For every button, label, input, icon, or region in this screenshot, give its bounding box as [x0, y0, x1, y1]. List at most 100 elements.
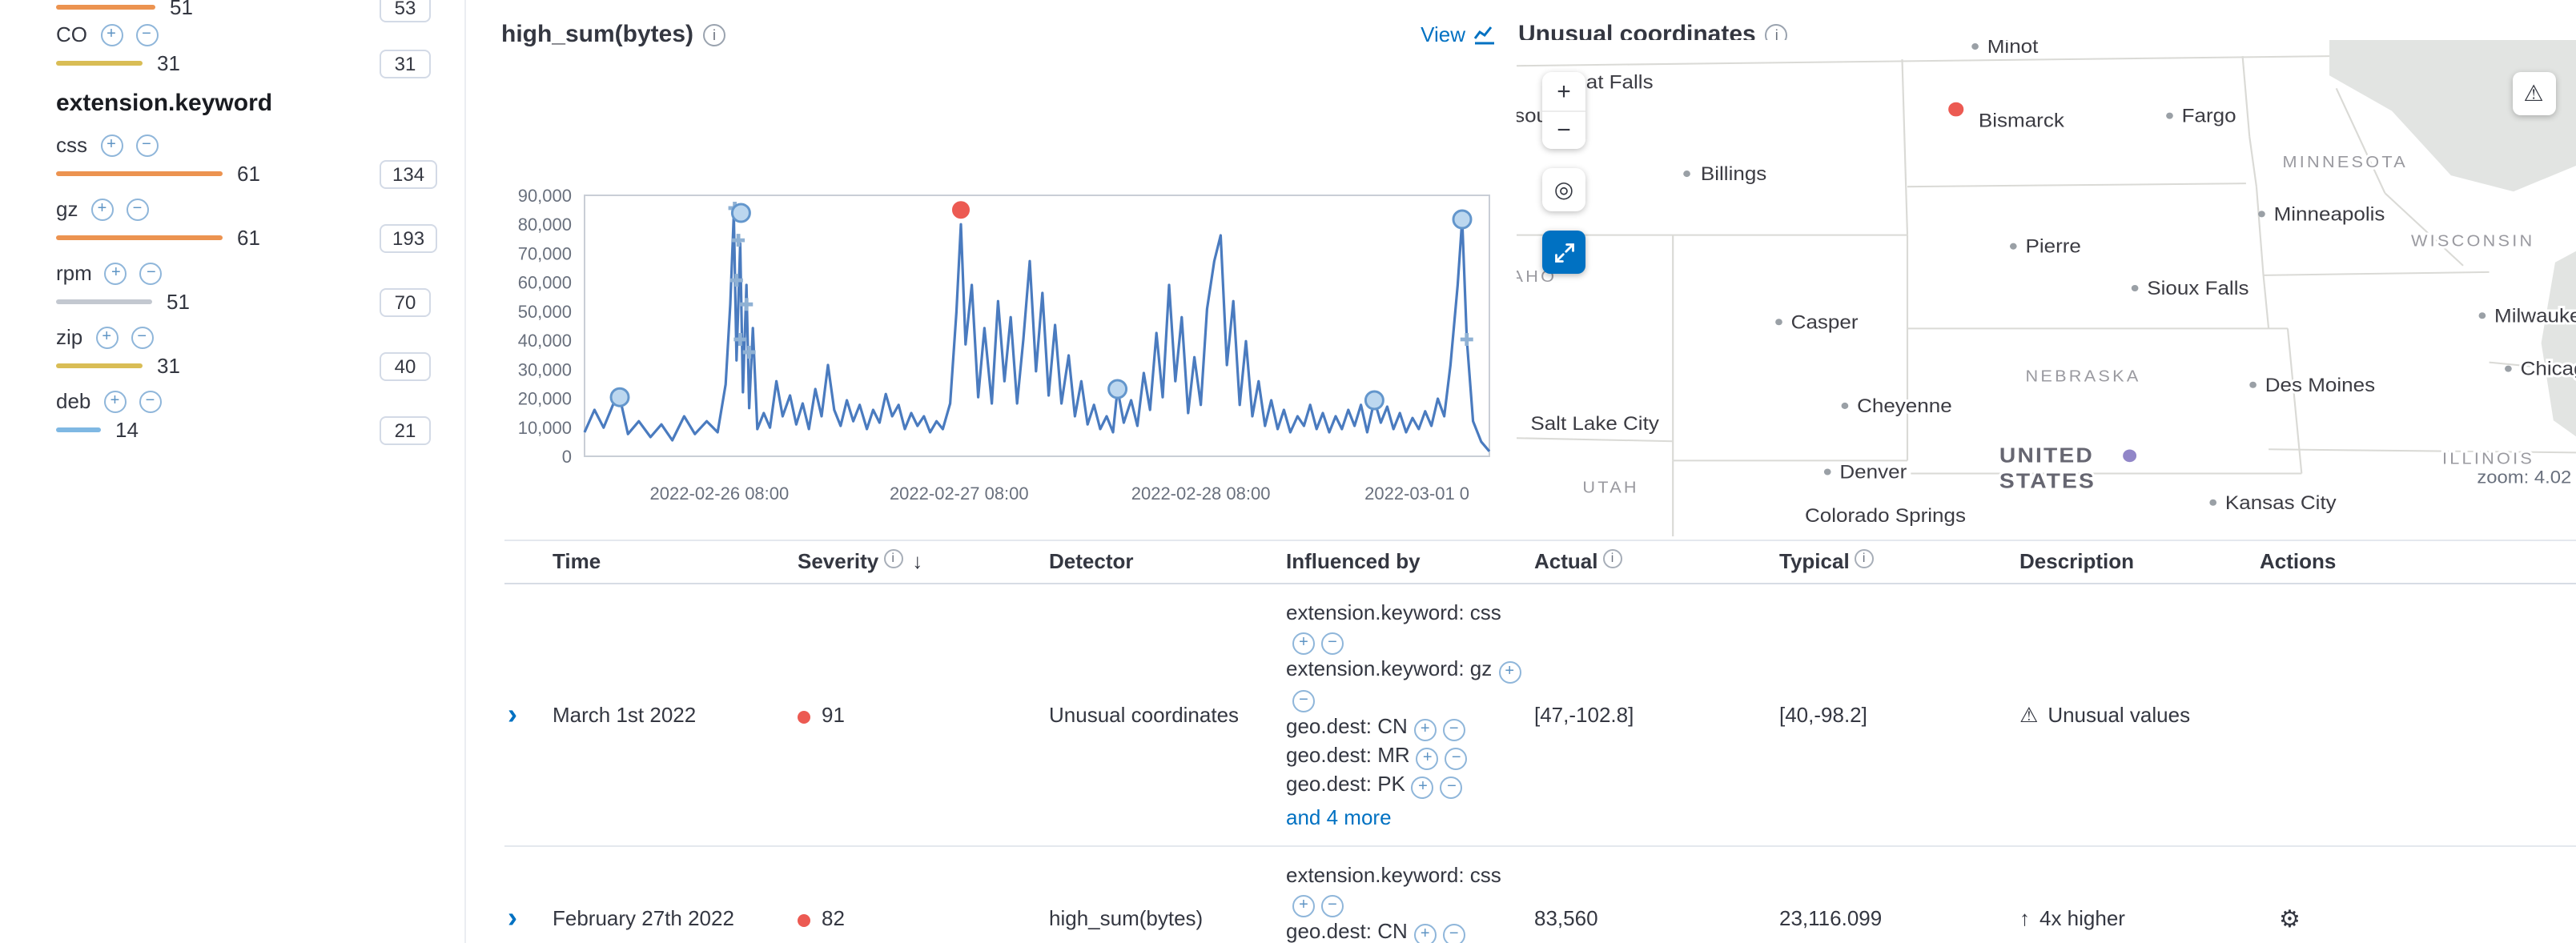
- map-svg: MinotGreat FallsMissoulaBismarckFargoBil…: [1517, 40, 2576, 536]
- severity-bar: [56, 60, 143, 65]
- anomaly-detector: Unusual coordinates: [1049, 703, 1286, 727]
- remove-filter-icon[interactable]: −: [1321, 895, 1344, 917]
- influencer-name: CO: [56, 22, 87, 46]
- add-filter-icon[interactable]: +: [103, 390, 126, 412]
- remove-filter-icon[interactable]: −: [140, 262, 163, 284]
- column-header-severity[interactable]: Severityi↓: [798, 549, 1049, 573]
- table-body: ›March 1st 202291Unusual coordinatesexte…: [504, 584, 2576, 943]
- y-axis-tick: 10,000: [518, 418, 572, 438]
- column-header-typical[interactable]: Typicali: [1779, 549, 2019, 573]
- column-header-time[interactable]: Time: [553, 549, 798, 573]
- column-header-description[interactable]: Description: [2019, 549, 2260, 573]
- add-filter-icon[interactable]: +: [1412, 776, 1434, 799]
- zoom-in-button[interactable]: +: [1542, 72, 1585, 110]
- remove-filter-icon[interactable]: −: [139, 390, 161, 412]
- influencer-item: gz+−61193: [56, 194, 464, 258]
- actions-gear-button[interactable]: ⚙: [2260, 904, 2301, 933]
- severity-score: 91: [822, 703, 845, 727]
- info-icon[interactable]: i: [1602, 549, 1622, 568]
- state-label: WISCONSIN: [2411, 232, 2534, 250]
- map-panel: Unusual coordinates i MinotGreat FallsMi…: [1517, 0, 2576, 536]
- anomaly-actual: 83,560: [1534, 906, 1779, 930]
- remove-filter-icon[interactable]: −: [135, 134, 158, 156]
- influencer-label-row: CO +−: [56, 19, 464, 50]
- add-filter-icon[interactable]: +: [1292, 632, 1315, 655]
- city-dot: [1775, 319, 1782, 325]
- anomaly-marker[interactable]: [1365, 391, 1383, 409]
- anomaly-marker[interactable]: [732, 204, 749, 222]
- anomaly-marker[interactable]: [611, 388, 629, 406]
- y-axis-tick: 60,000: [518, 273, 572, 293]
- remove-filter-icon[interactable]: −: [1443, 924, 1465, 943]
- view-link[interactable]: View: [1421, 22, 1496, 46]
- remove-filter-icon[interactable]: −: [1292, 690, 1315, 712]
- country-label: STATES: [1999, 469, 2096, 493]
- anomaly-typical: [40,-98.2]: [1779, 703, 2019, 727]
- influencer-label-row: gz+−: [56, 194, 464, 224]
- show-more-link[interactable]: and 4 more: [1286, 804, 1392, 831]
- city-label: Minot: [1987, 40, 2039, 58]
- map-controls: + − ◎: [1542, 72, 1585, 274]
- multi-bucket-marker[interactable]: [1461, 333, 1473, 346]
- state-label: MINNESOTA: [2282, 154, 2408, 171]
- info-icon[interactable]: i: [703, 23, 725, 46]
- remove-filter-icon[interactable]: −: [1441, 776, 1463, 799]
- add-filter-icon[interactable]: +: [95, 326, 118, 348]
- add-filter-icon[interactable]: +: [1414, 719, 1437, 741]
- add-filter-icon[interactable]: +: [105, 262, 127, 284]
- add-filter-icon[interactable]: +: [1417, 748, 1439, 770]
- city-dot: [2166, 113, 2173, 119]
- influencer-max-score: 51: [167, 289, 190, 313]
- remove-filter-icon[interactable]: −: [135, 23, 158, 46]
- add-filter-icon[interactable]: +: [1292, 895, 1315, 917]
- chart-svg: 010,00020,00030,00040,00050,00060,00070,…: [480, 176, 1518, 536]
- influencer-max-score: 31: [157, 353, 180, 377]
- influencer-name: deb: [56, 389, 90, 413]
- critical-anomaly-marker[interactable]: [951, 200, 971, 219]
- fit-to-data-button[interactable]: ◎: [1542, 168, 1585, 211]
- influencer-label-row: rpm+−: [56, 258, 464, 288]
- map-anomaly-marker[interactable]: [1947, 101, 1965, 117]
- add-filter-icon[interactable]: +: [90, 198, 113, 220]
- add-filter-icon[interactable]: +: [1414, 924, 1437, 943]
- anomaly-marker[interactable]: [1453, 211, 1471, 228]
- column-header-actual[interactable]: Actuali: [1534, 549, 1779, 573]
- expand-row-button[interactable]: ›: [504, 902, 517, 934]
- influencer: geo.dest: CN+−: [1286, 917, 1521, 943]
- expand-map-button[interactable]: [1542, 231, 1585, 274]
- influencer-label: extension.keyword: css: [1286, 863, 1501, 887]
- influencer-max-score: 61: [237, 225, 260, 249]
- influencer-max-score: 61: [237, 161, 260, 185]
- country-label: UNITED: [1999, 443, 2094, 467]
- influencer-count-badge: 134: [380, 160, 437, 189]
- remove-filter-icon[interactable]: −: [1443, 719, 1465, 741]
- info-icon[interactable]: i: [883, 549, 902, 568]
- map-warning-button[interactable]: ⚠: [2512, 72, 2555, 115]
- severity-bar: [56, 299, 152, 303]
- remove-filter-icon[interactable]: −: [1445, 748, 1468, 770]
- city-dot: [2010, 243, 2017, 250]
- add-filter-icon[interactable]: +: [1498, 661, 1521, 684]
- column-header-detector[interactable]: Detector: [1049, 549, 1286, 573]
- x-axis-tick: 2022-02-26 08:00: [650, 484, 790, 504]
- remove-filter-icon[interactable]: −: [126, 198, 148, 220]
- anomaly-marker[interactable]: [1109, 380, 1127, 398]
- remove-filter-icon[interactable]: −: [1321, 632, 1344, 655]
- city-dot: [2505, 366, 2512, 372]
- anomaly-typical: 23,116.099: [1779, 906, 2019, 930]
- zoom-indicator: zoom: 4.02: [2477, 467, 2571, 487]
- add-filter-icon[interactable]: +: [100, 23, 123, 46]
- info-icon[interactable]: i: [1855, 549, 1874, 568]
- influencer: geo.dest: MR+−: [1286, 741, 1521, 770]
- chart-panel: high_sum(bytes) i View 010,00020,00030,0…: [480, 0, 1518, 540]
- remove-filter-icon[interactable]: −: [131, 326, 153, 348]
- add-filter-icon[interactable]: +: [100, 134, 123, 156]
- map-canvas[interactable]: MinotGreat FallsMissoulaBismarckFargoBil…: [1517, 40, 2576, 536]
- city-dot: [2209, 500, 2216, 506]
- expand-row-button[interactable]: ›: [504, 699, 517, 731]
- column-header-actions[interactable]: Actions: [2260, 549, 2576, 573]
- map-anomaly-marker[interactable]: [2122, 448, 2138, 463]
- zoom-out-button[interactable]: −: [1542, 110, 1585, 149]
- column-label: Actual: [1534, 549, 1597, 573]
- column-header-influenced[interactable]: Influenced by: [1286, 549, 1534, 573]
